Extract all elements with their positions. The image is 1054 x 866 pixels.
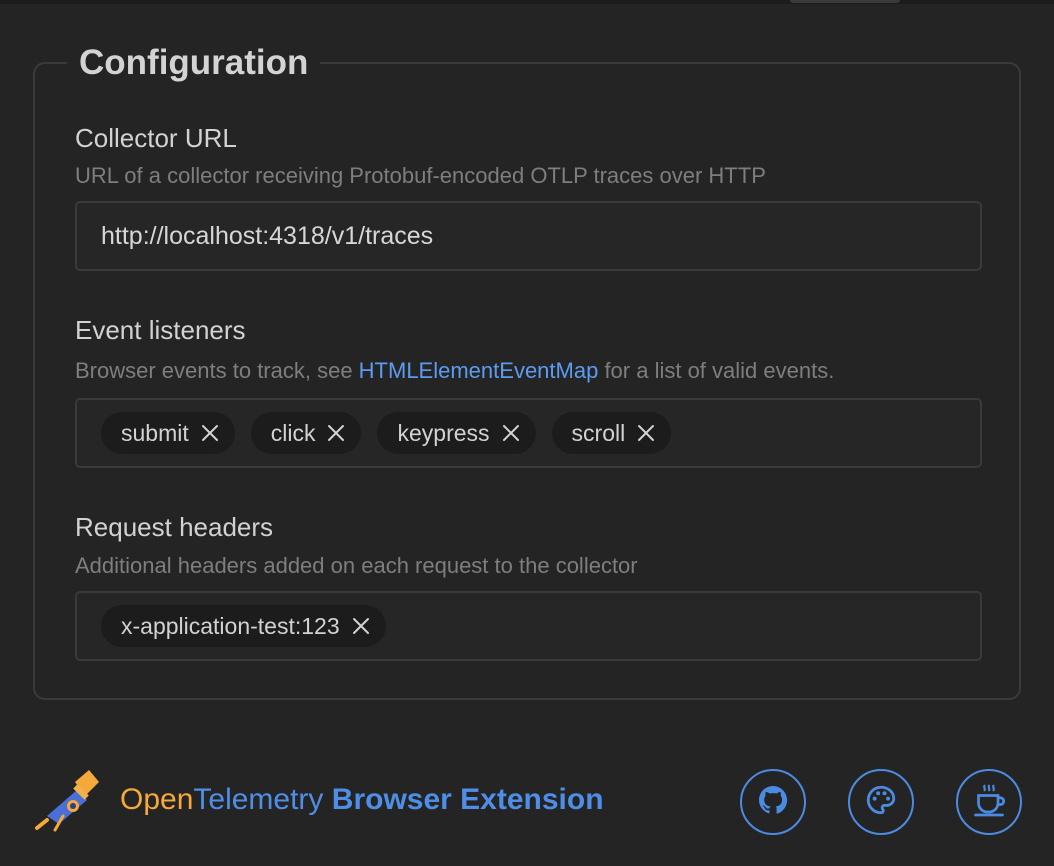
event-chip-keypress: keypress — [377, 412, 536, 454]
event-listeners-label: Event listeners — [75, 315, 246, 345]
chip-label: keypress — [397, 419, 490, 446]
header-chip: x-application-test:123 — [101, 605, 386, 647]
title-open: Open — [120, 783, 194, 816]
event-listeners-field[interactable]: submit click keypress scroll — [75, 398, 982, 468]
chip-label: click — [270, 419, 316, 446]
remove-chip-close-icon[interactable] — [199, 422, 221, 444]
coffee-button[interactable] — [956, 769, 1022, 835]
chip-label: x-application-test:123 — [121, 612, 340, 639]
github-icon — [757, 784, 789, 821]
configuration-title: Configuration — [79, 43, 309, 82]
request-headers-description: Additional headers added on each request… — [75, 553, 638, 578]
remove-chip-close-icon[interactable] — [350, 615, 372, 637]
chip-label: scroll — [571, 419, 626, 446]
htmlelementeventmap-link[interactable]: HTMLElementEventMap — [359, 358, 599, 383]
opentelemetry-telescope-logo — [33, 768, 99, 834]
event-listeners-desc-before: Browser events to track, see — [75, 358, 359, 383]
collector-url-label: Collector URL — [75, 123, 237, 153]
event-listeners-description: Browser events to track, see HTMLElement… — [75, 358, 834, 384]
remove-chip-close-icon[interactable] — [635, 422, 657, 444]
event-chip-click: click — [250, 412, 362, 454]
window-top-edge — [0, 0, 1054, 4]
event-chip-scroll: scroll — [551, 412, 672, 454]
top-edge-notch — [790, 0, 900, 3]
collector-url-input[interactable] — [77, 203, 980, 269]
collector-url-description: URL of a collector receiving Protobuf-en… — [75, 163, 766, 188]
event-listeners-desc-after: for a list of valid events. — [598, 358, 835, 383]
theme-palette-button[interactable] — [848, 769, 914, 835]
request-headers-label: Request headers — [75, 512, 274, 542]
event-chip-list: submit click keypress scroll — [101, 412, 672, 454]
remove-chip-close-icon[interactable] — [500, 422, 522, 444]
request-headers-field[interactable]: x-application-test:123 — [75, 591, 982, 661]
title-telemetry: Telemetry — [193, 783, 324, 816]
palette-icon — [864, 783, 898, 822]
remove-chip-close-icon[interactable] — [325, 422, 347, 444]
chip-label: submit — [121, 419, 189, 446]
event-chip-submit: submit — [101, 412, 235, 454]
title-browser-extension: Browser Extension — [331, 783, 604, 816]
coffee-icon — [971, 782, 1007, 823]
collector-url-field — [75, 201, 982, 271]
header-chip-list: x-application-test:123 — [101, 605, 386, 647]
github-button[interactable] — [740, 769, 806, 835]
footer-title: OpenTelemetry Browser Extension — [120, 783, 604, 817]
